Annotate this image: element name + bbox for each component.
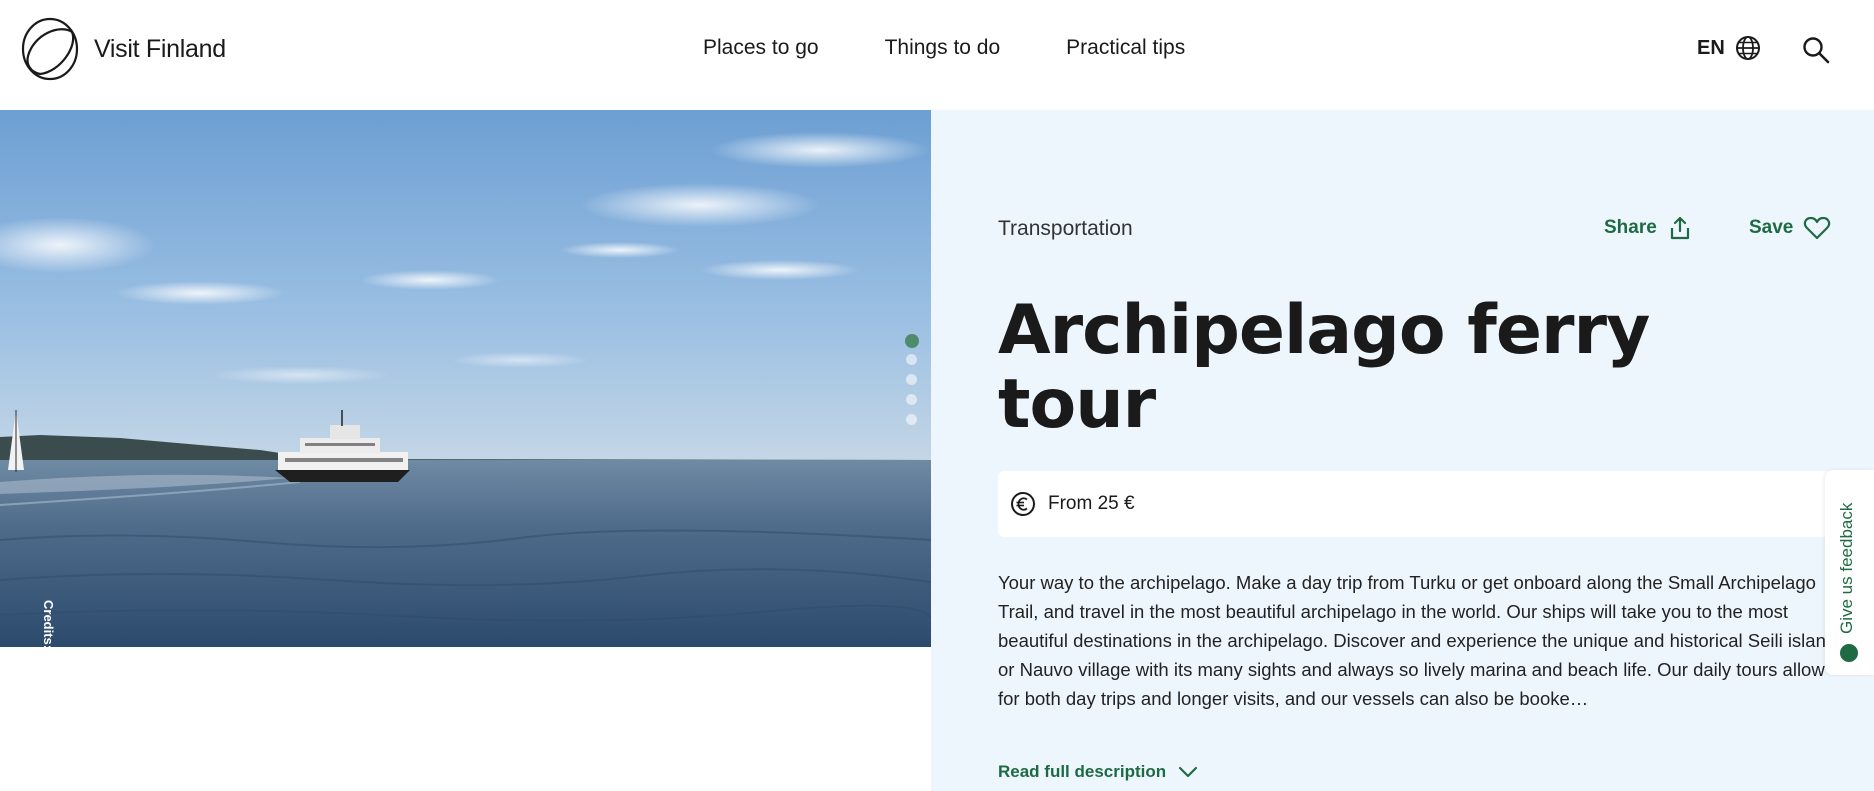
- price-box: From 25 €: [998, 471, 1848, 537]
- euro-icon: [1011, 492, 1035, 516]
- language-selector[interactable]: EN: [1697, 35, 1761, 61]
- search-icon: [1803, 37, 1830, 64]
- chevron-down-icon: [1179, 766, 1198, 778]
- feedback-label: Give us feedback: [1837, 502, 1856, 634]
- feedback-tab[interactable]: Give us feedback: [1825, 470, 1874, 675]
- photo-credits: Credits: Viharun: [41, 600, 56, 701]
- read-full-description-button[interactable]: Read full description: [998, 762, 1198, 782]
- save-label: Save: [1749, 217, 1794, 238]
- logo-text: Visit Finland: [94, 34, 226, 63]
- description-text: Your way to the archipelago. Make a day …: [998, 572, 1837, 709]
- carousel-dot-5[interactable]: [906, 414, 917, 425]
- nav-things-to-do[interactable]: Things to do: [885, 36, 1001, 60]
- carousel-dot-3[interactable]: [906, 374, 917, 385]
- save-button[interactable]: Save: [1749, 215, 1831, 241]
- hero-image: [0, 110, 931, 647]
- search-button[interactable]: [1801, 35, 1831, 65]
- carousel-dot-2[interactable]: [906, 354, 917, 365]
- carousel-dots: [905, 334, 919, 434]
- share-icon: [1670, 216, 1689, 240]
- ferry-photo: [0, 110, 931, 647]
- site-header: Visit Finland Places to go Things to do …: [0, 0, 1874, 110]
- carousel-dot-1[interactable]: [905, 334, 919, 348]
- language-code: EN: [1697, 36, 1725, 59]
- page-title: Archipelago ferry tour: [998, 291, 1650, 444]
- share-button[interactable]: Share: [1604, 215, 1693, 241]
- feedback-icon: [1840, 644, 1858, 662]
- nav-places-to-go[interactable]: Places to go: [703, 36, 819, 60]
- globe-icon: [1735, 36, 1760, 60]
- share-label: Share: [1604, 217, 1657, 238]
- heart-icon: [1804, 216, 1831, 240]
- category-label: Transportation: [998, 217, 1133, 240]
- site-logo[interactable]: Visit Finland: [20, 16, 226, 82]
- price-text: From 25 €: [1048, 493, 1135, 514]
- read-more-label: Read full description: [998, 762, 1167, 781]
- visit-finland-logo-icon: [21, 17, 79, 81]
- article-panel: Transportation Share Save Archipelago fe…: [931, 110, 1874, 791]
- nav-practical-tips[interactable]: Practical tips: [1066, 36, 1185, 60]
- main-nav: Places to go Things to do Practical tips: [703, 36, 1251, 60]
- carousel-dot-4[interactable]: [906, 394, 917, 405]
